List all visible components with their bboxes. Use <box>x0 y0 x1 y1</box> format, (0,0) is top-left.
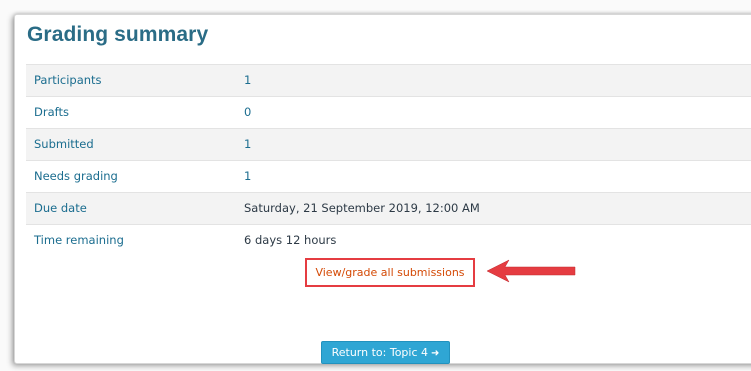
view-grade-all-submissions-link[interactable]: View/grade all submissions <box>305 258 475 287</box>
row-value: 1 <box>244 128 751 161</box>
return-button-label: Return to: Topic 4 <box>331 346 428 359</box>
row-value: 1 <box>244 64 751 97</box>
table-row: Submitted 1 <box>26 128 751 161</box>
row-label: Time remaining <box>26 224 244 256</box>
table-row: Due date Saturday, 21 September 2019, 12… <box>26 192 751 225</box>
row-label: Submitted <box>26 128 244 161</box>
table-row: Drafts 0 <box>26 96 751 129</box>
row-value: 0 <box>244 96 751 129</box>
page-title: Grading summary <box>27 23 209 46</box>
table-row: Needs grading 1 <box>26 160 751 193</box>
summary-table: Participants 1 Drafts 0 Submitted 1 Need… <box>26 64 751 256</box>
row-value: 6 days 12 hours <box>244 224 751 256</box>
row-label: Participants <box>26 64 244 97</box>
row-value: Saturday, 21 September 2019, 12:00 AM <box>244 192 751 225</box>
table-row: Participants 1 <box>26 64 751 97</box>
row-label: Due date <box>26 192 244 225</box>
grading-summary-card: Grading summary Participants 1 Drafts 0 … <box>14 14 751 364</box>
row-label: Drafts <box>26 96 244 129</box>
row-value: 1 <box>244 160 751 193</box>
stage: Grading summary Participants 1 Drafts 0 … <box>0 0 751 371</box>
return-to-topic-button[interactable]: Return to: Topic 4 ➜ <box>321 341 450 364</box>
red-arrow-icon <box>486 259 576 283</box>
arrow-right-icon: ➜ <box>431 348 440 359</box>
table-row: Time remaining 6 days 12 hours <box>26 224 751 256</box>
row-label: Needs grading <box>26 160 244 193</box>
